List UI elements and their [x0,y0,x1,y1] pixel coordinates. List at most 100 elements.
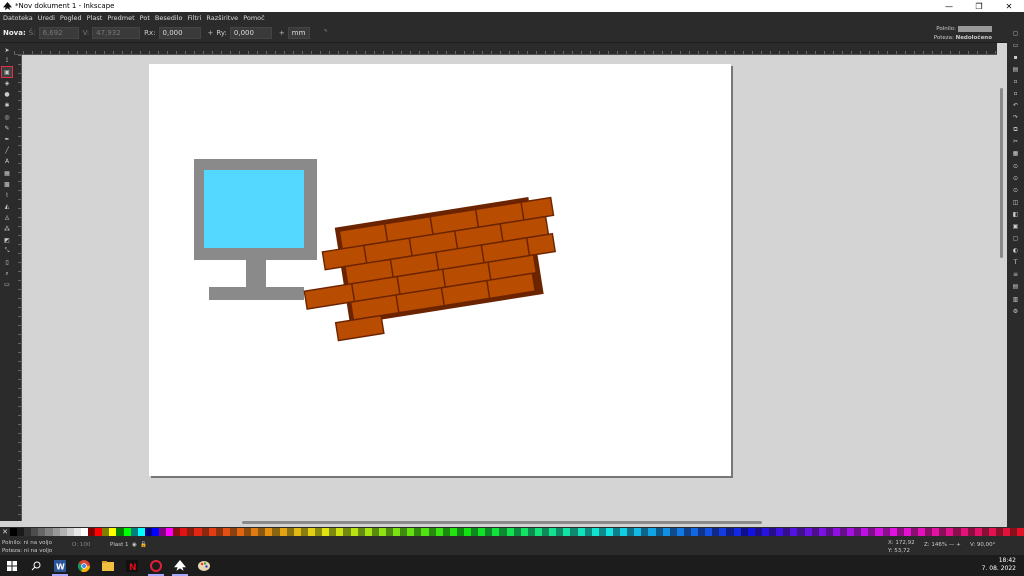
zoom-tool-icon[interactable]: ⌕ [2,269,12,279]
paint-icon[interactable] [192,555,216,576]
layer-selector[interactable]: Plast 1 ◉ 🔓 [110,542,147,548]
palette-swatch[interactable] [279,528,287,536]
horizontal-scroll-thumb[interactable] [242,521,762,524]
palette-swatch[interactable] [1010,528,1018,536]
palette-swatch[interactable] [307,528,316,536]
palette-swatch[interactable] [691,528,699,536]
menu-razsiritve[interactable]: Razširitve [206,14,238,22]
palette-swatch[interactable] [45,528,53,536]
node-tool-icon[interactable]: ⟟ [2,56,12,66]
menu-uredi[interactable]: Uredi [38,14,55,22]
new-document-icon[interactable]: ◻ [1011,28,1021,38]
palette-swatch[interactable] [825,528,833,536]
palette-swatch[interactable] [719,528,727,536]
lpe-tool-icon[interactable]: ▯ [2,258,12,268]
palette-swatch[interactable] [996,528,1004,536]
palette-swatch[interactable] [648,528,656,536]
spray-tool-icon[interactable]: ⁂ [2,224,12,234]
ry-plus-button[interactable]: + [279,29,285,37]
rotation-control[interactable]: V: 90,00° [970,542,995,548]
palette-swatch[interactable] [591,528,599,536]
height-field[interactable]: 47,932 [92,27,141,39]
ellipse-tool-icon[interactable]: ● [2,90,12,100]
palette-swatch[interactable] [201,528,209,536]
palette-swatch[interactable] [151,528,159,536]
gradient-tool-icon[interactable]: ▦ [2,168,12,178]
palette-swatch[interactable] [385,528,394,536]
width-field[interactable]: 6,692 [38,27,79,39]
pencil-tool-icon[interactable]: ✎ [2,123,12,133]
brick-wall[interactable] [295,194,567,345]
close-button[interactable]: ✕ [994,0,1024,12]
windows-start-icon[interactable] [0,555,24,576]
palette-swatch[interactable] [329,528,337,536]
chrome-icon[interactable] [72,555,96,576]
palette-swatch[interactable] [918,528,926,536]
palette-swatches[interactable] [10,528,1024,536]
print-icon[interactable]: ▤ [1011,64,1021,74]
palette-swatch[interactable] [442,528,450,536]
pen-tool-icon[interactable]: ✒ [2,135,12,145]
horizontal-scrollbar[interactable] [22,519,997,525]
palette-swatch[interactable] [378,528,386,536]
palette-swatch[interactable] [946,528,954,536]
duplicate-icon[interactable]: ◫ [1011,197,1021,207]
palette-swatch[interactable] [24,528,32,536]
palette-swatch[interactable] [577,528,585,536]
palette-swatch[interactable] [705,528,713,536]
palette-swatch[interactable] [513,528,521,536]
palette-swatch[interactable] [1017,528,1024,536]
mesh-tool-icon[interactable]: ▩ [2,179,12,189]
palette-swatch[interactable] [747,528,755,536]
palette-swatch[interactable] [194,528,202,536]
palette-swatch[interactable] [265,528,273,536]
palette-swatch[interactable] [109,528,117,536]
clone-icon[interactable]: ◧ [1011,209,1021,219]
undo-icon[interactable]: ↶ [1011,101,1021,111]
ungroup-icon[interactable]: ▢ [1011,234,1021,244]
fill-swatch[interactable] [958,25,992,32]
menu-filtri[interactable]: Filtri [187,14,201,22]
palette-swatch[interactable] [80,528,89,536]
palette-swatch[interactable] [783,528,791,536]
palette-swatch[interactable] [102,528,110,536]
palette-swatch[interactable] [435,528,443,536]
palette-swatch[interactable] [683,528,691,536]
palette-swatch[interactable] [882,528,890,536]
palette-swatch[interactable] [988,528,997,536]
palette-swatch[interactable] [726,528,734,536]
opera-icon[interactable] [144,555,168,576]
palette-swatch[interactable] [130,528,138,536]
palette-swatch[interactable] [974,528,982,536]
palette-swatch[interactable] [137,528,145,536]
menu-pogled[interactable]: Pogled [60,14,82,22]
cut-icon[interactable]: ✂ [1011,137,1021,147]
palette-swatch[interactable] [570,528,578,536]
eraser-tool-icon[interactable]: ◩ [2,235,12,245]
zoom-selection-icon[interactable]: ⊙ [1011,161,1021,171]
palette-swatch[interactable] [187,528,195,536]
word-icon[interactable]: W [48,555,72,576]
menu-datoteka[interactable]: Datoteka [3,14,33,22]
palette-swatch[interactable] [534,528,543,536]
palette-swatch[interactable] [237,528,245,536]
palette-swatch[interactable] [499,528,507,536]
dropper-tool-icon[interactable]: ⌇ [2,190,12,200]
palette-swatch[interactable] [839,528,848,536]
palette-swatch[interactable] [506,528,514,536]
palette-swatch[interactable] [322,528,330,536]
text-font-icon[interactable]: T [1011,258,1021,268]
palette-swatch[interactable] [428,528,436,536]
restore-button[interactable]: ❐ [964,0,994,12]
palette-swatch[interactable] [244,528,252,536]
rx-field[interactable]: 0,000 [158,27,201,39]
layers-icon[interactable]: ≡ [1011,270,1021,280]
palette-swatch[interactable] [769,528,777,536]
palette-swatch[interactable] [400,528,408,536]
palette-swatch[interactable] [662,528,670,536]
file-explorer-icon[interactable] [96,555,120,576]
rx-plus-button[interactable]: + [208,29,214,37]
palette-swatch[interactable] [31,528,39,536]
text-tool-icon[interactable]: A [2,157,12,167]
palette-swatch[interactable] [733,528,741,536]
